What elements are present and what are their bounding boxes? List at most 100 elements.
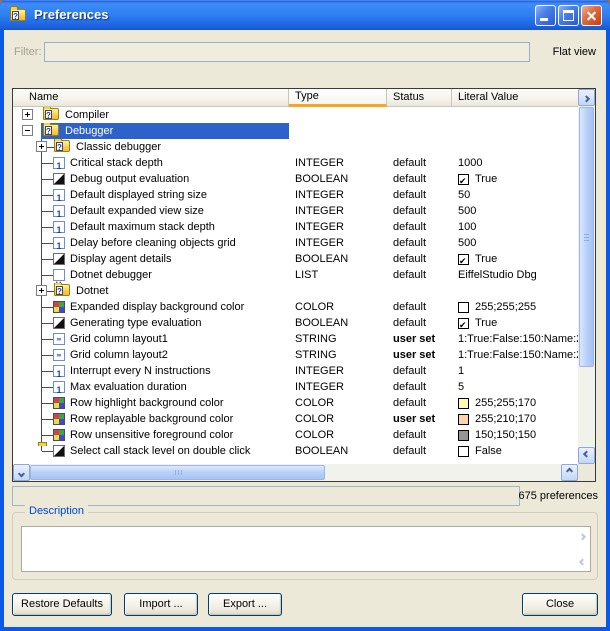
grid-row[interactable]: Max evaluation durationINTEGERdefault5 [13, 379, 578, 395]
grid-row[interactable]: Expanded display background colorCOLORde… [13, 299, 578, 315]
value-text: 150;150;150 [475, 427, 536, 443]
grid-row[interactable]: Interrupt every N instructionsINTEGERdef… [13, 363, 578, 379]
title-bar[interactable]: Preferences [0, 0, 610, 30]
tree-line [42, 371, 53, 372]
maximize-button[interactable] [558, 5, 579, 26]
name-cell: Compiler [13, 107, 289, 123]
grid-row[interactable]: Row replayable background colorCOLORuser… [13, 411, 578, 427]
import-button[interactable]: Import ... [124, 593, 198, 616]
row-label: Default expanded view size [70, 203, 204, 219]
type-cell: INTEGER [289, 363, 387, 379]
tree-line [42, 419, 53, 420]
grid-row[interactable]: Grid column layout1STRINGuser set1:True:… [13, 331, 578, 347]
expand-icon[interactable] [22, 109, 33, 120]
status-cell [387, 139, 452, 155]
name-cell: Delay before cleaning objects grid [13, 235, 289, 251]
name-cell: Default expanded view size [13, 203, 289, 219]
description-groupbox: Description [12, 512, 598, 580]
value-checkbox[interactable] [458, 174, 469, 185]
status-cell: default [387, 363, 452, 379]
grid-row[interactable]: Classic debugger [13, 139, 578, 155]
folder-icon [54, 140, 70, 152]
grid-row[interactable]: Select call stack level on double clickB… [13, 443, 578, 459]
horizontal-scrollbar[interactable] [13, 464, 578, 481]
vertical-scrollbar-thumb[interactable] [579, 107, 594, 367]
grid-row[interactable]: Default maximum stack depthINTEGERdefaul… [13, 219, 578, 235]
color-swatch [458, 430, 469, 441]
column-header-literal-value[interactable]: Literal Value [452, 89, 578, 107]
row-label: Select call stack level on double click [70, 443, 250, 459]
value-checkbox[interactable] [458, 318, 469, 329]
boolean-type-icon [53, 173, 65, 185]
value-cell: True [452, 315, 578, 331]
name-cell: Default maximum stack depth [13, 219, 289, 235]
vertical-scrollbar[interactable] [578, 89, 595, 464]
scroll-left-button[interactable] [13, 464, 30, 481]
row-label: Row highlight background color [70, 395, 223, 411]
column-header-name[interactable]: Name [13, 89, 289, 107]
type-cell [289, 283, 387, 299]
grid-row[interactable]: Delay before cleaning objects gridINTEGE… [13, 235, 578, 251]
grid-row[interactable]: Row unsensitive foreground colorCOLORdef… [13, 427, 578, 443]
scroll-down-button[interactable] [578, 447, 595, 464]
status-box [12, 486, 520, 506]
value-checkbox[interactable] [458, 254, 469, 265]
value-cell: False [452, 443, 578, 459]
row-label: Grid column layout1 [70, 331, 168, 347]
value-cell: 500 [452, 203, 578, 219]
collapse-icon[interactable] [22, 125, 33, 136]
expand-icon[interactable] [36, 285, 47, 296]
value-text: 500 [458, 235, 476, 251]
close-button[interactable]: Close [522, 593, 598, 616]
value-cell: True [452, 171, 578, 187]
row-label: Critical stack depth [70, 155, 163, 171]
grid-row[interactable]: Compiler [13, 107, 578, 123]
tree-line [42, 387, 53, 388]
scrollbar-corner [578, 464, 595, 481]
question-mark-icon [56, 142, 63, 151]
row-label: Generating type evaluation [70, 315, 201, 331]
grid-row[interactable]: Critical stack depthINTEGERdefault1000 [13, 155, 578, 171]
restore-defaults-button[interactable]: Restore Defaults [12, 593, 112, 616]
horizontal-scrollbar-thumb[interactable] [30, 465, 325, 480]
tree-line [42, 307, 53, 308]
grid-row[interactable]: Row highlight background colorCOLORdefau… [13, 395, 578, 411]
value-text: 255;255;255 [475, 299, 536, 315]
tree-line [42, 323, 53, 324]
grid-row[interactable]: Dotnet debuggerLISTdefaultEiffelStudio D… [13, 267, 578, 283]
tree-line [42, 339, 53, 340]
grid-row[interactable]: Debugger [13, 123, 578, 139]
string-type-icon [53, 349, 65, 361]
value-cell: 255;210;170 [452, 411, 578, 427]
close-window-button[interactable] [581, 5, 602, 26]
value-cell: 1000 [452, 155, 578, 171]
scroll-right-button[interactable] [561, 464, 578, 481]
minimize-button[interactable] [535, 5, 556, 26]
grid-row[interactable]: Generating type evaluationBOOLEANdefault… [13, 315, 578, 331]
status-cell: default [387, 219, 452, 235]
grid-row[interactable]: Display agent detailsBOOLEANdefaultTrue [13, 251, 578, 267]
value-cell: 100 [452, 219, 578, 235]
grid-row[interactable]: Dotnet [13, 283, 578, 299]
status-cell: user set [387, 347, 452, 363]
column-header-type[interactable]: Type [289, 89, 387, 107]
flat-view-button[interactable]: Flat view [553, 46, 596, 58]
string-type-icon [53, 333, 65, 345]
question-mark-icon [45, 110, 52, 119]
column-header-status[interactable]: Status [387, 89, 452, 107]
integer-type-icon [53, 365, 65, 377]
grid-row[interactable]: Grid column layout2STRINGuser set1:True:… [13, 347, 578, 363]
filter-input[interactable] [44, 42, 530, 62]
expand-icon[interactable] [36, 141, 47, 152]
scroll-up-button[interactable] [578, 89, 595, 106]
tree-line [42, 451, 53, 452]
grid-row[interactable]: Default displayed string sizeINTEGERdefa… [13, 187, 578, 203]
grid-row[interactable]: Debug output evaluationBOOLEANdefaultTru… [13, 171, 578, 187]
type-cell: BOOLEAN [289, 171, 387, 187]
value-checkbox[interactable] [458, 446, 469, 457]
partial-next-row [38, 442, 47, 446]
status-cell: default [387, 395, 452, 411]
grid-row[interactable]: Default expanded view sizeINTEGERdefault… [13, 203, 578, 219]
color-swatch [458, 398, 469, 409]
export-button[interactable]: Export ... [208, 593, 282, 616]
